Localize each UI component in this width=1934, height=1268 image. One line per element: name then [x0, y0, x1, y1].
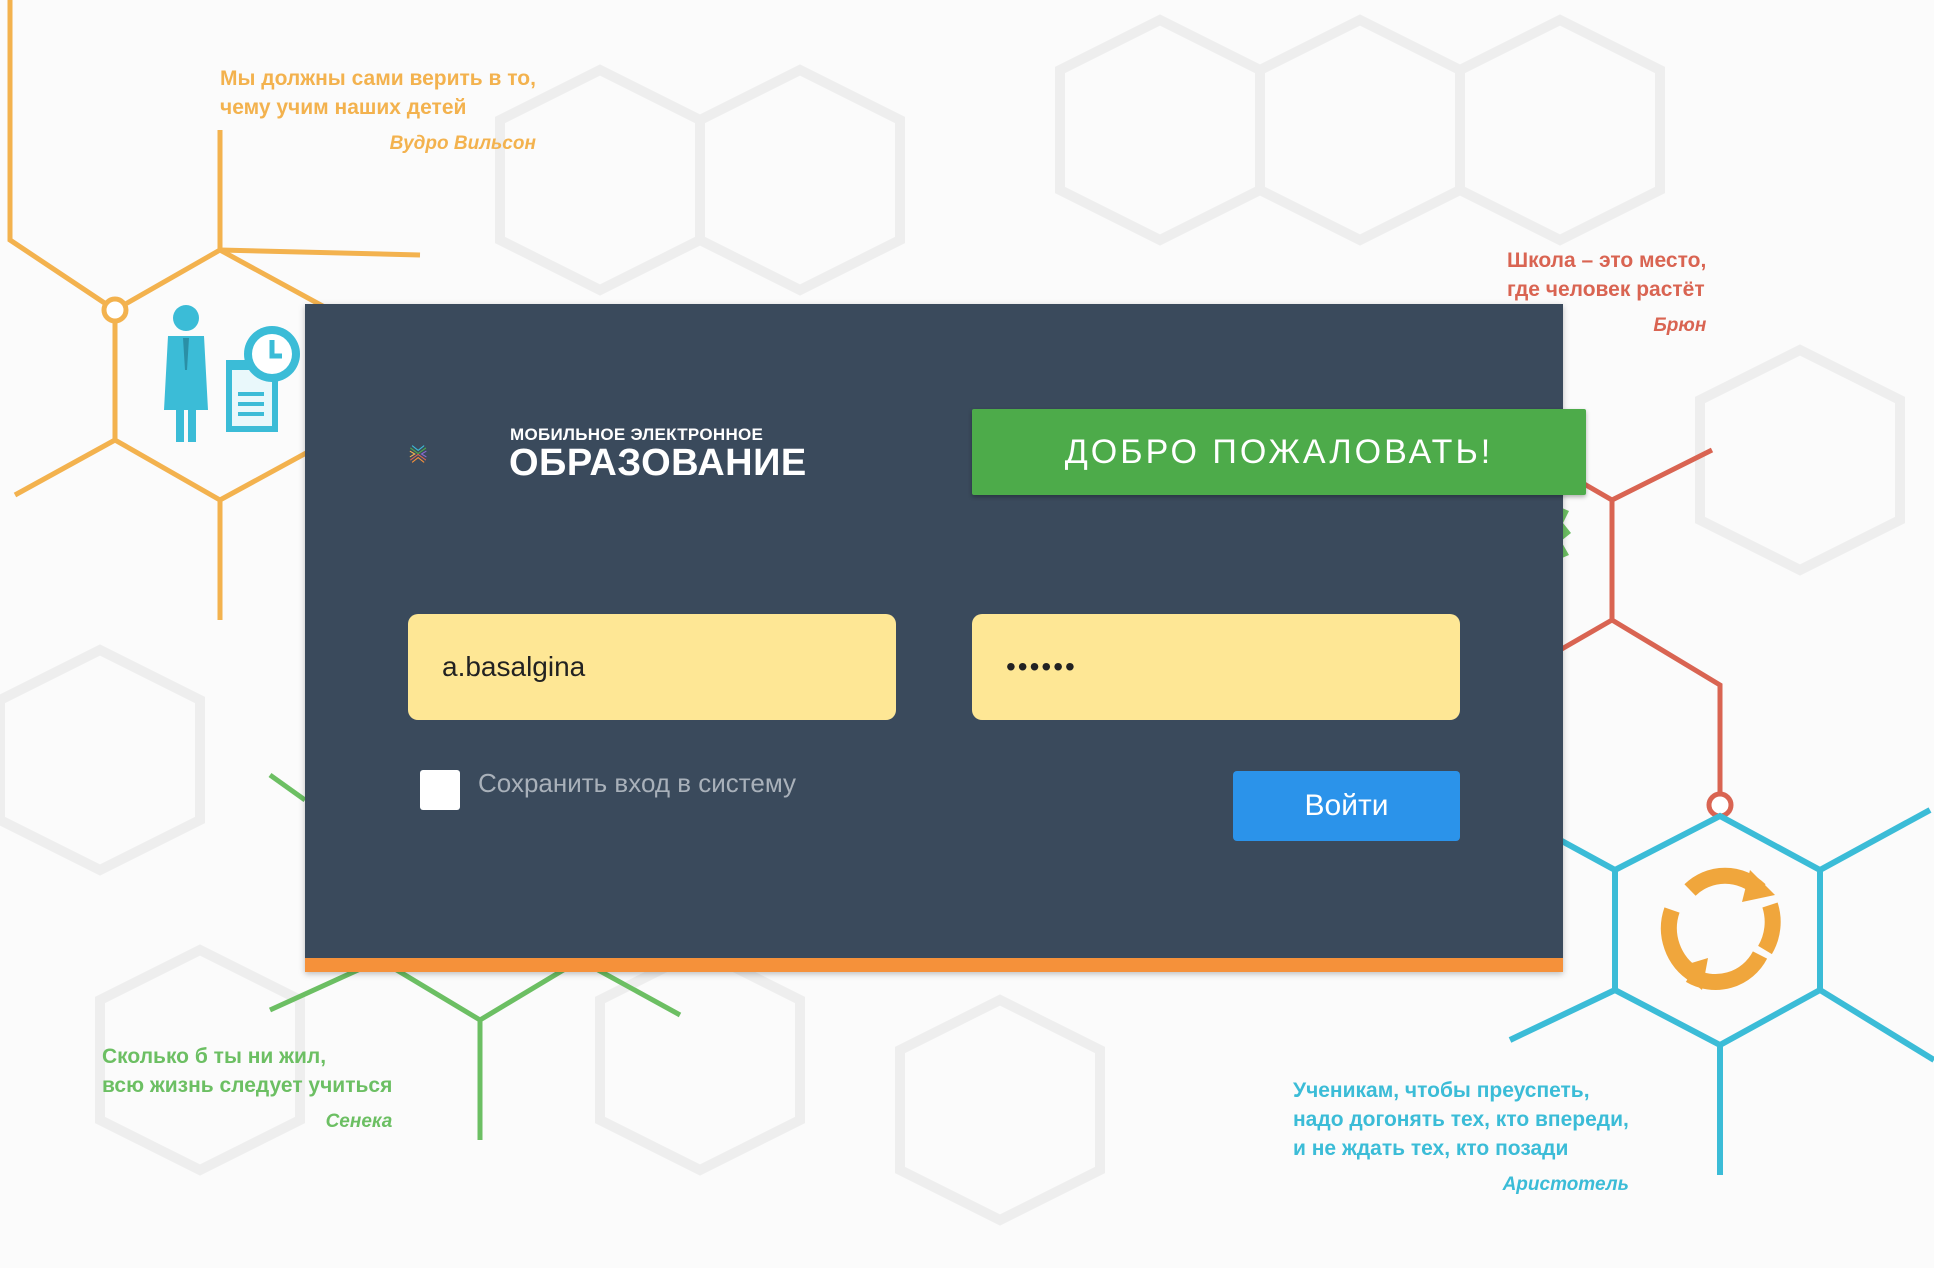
login-button[interactable]: Войти	[1233, 771, 1460, 841]
remember-label[interactable]: Сохранить вход в систему	[478, 768, 796, 799]
panel-accent-bar	[305, 958, 1563, 972]
quote-line: Школа – это место,	[1507, 249, 1707, 272]
login-input[interactable]	[408, 614, 896, 720]
quote-line: и не ждать тех, кто позади	[1293, 1137, 1569, 1160]
quote-wilson: Мы должны сами верить в то, чему учим на…	[220, 64, 536, 158]
password-input[interactable]	[972, 614, 1460, 720]
quote-line: Сколько б ты ни жил,	[102, 1045, 327, 1068]
quote-line: всю жизнь следует учиться	[102, 1074, 393, 1097]
quote-line: чему учим наших детей	[220, 96, 467, 119]
quote-line: Ученикам, чтобы преуспеть,	[1293, 1079, 1590, 1102]
quote-line: где человек растёт	[1507, 278, 1705, 301]
quote-aristotle: Ученикам, чтобы преуспеть, надо догонять…	[1293, 1076, 1629, 1199]
logo-mark-icon	[409, 445, 427, 463]
quote-author: Вудро Вильсон	[389, 133, 536, 154]
quote-seneca: Сколько б ты ни жил, всю жизнь следует у…	[102, 1042, 392, 1136]
quote-author: Аристотель	[1502, 1174, 1629, 1195]
teacher-document-icon	[164, 305, 300, 442]
logo-title: ОБРАЗОВАНИЕ	[509, 442, 807, 484]
remember-checkbox[interactable]	[420, 770, 460, 810]
quote-author: Сенека	[325, 1111, 393, 1132]
welcome-banner: ДОБРО ПОЖАЛОВАТЬ!	[972, 409, 1586, 495]
quote-line: Мы должны сами верить в то,	[220, 67, 536, 90]
quote-line: надо догонять тех, кто впереди,	[1293, 1108, 1629, 1131]
refresh-icon	[1660, 867, 1781, 990]
